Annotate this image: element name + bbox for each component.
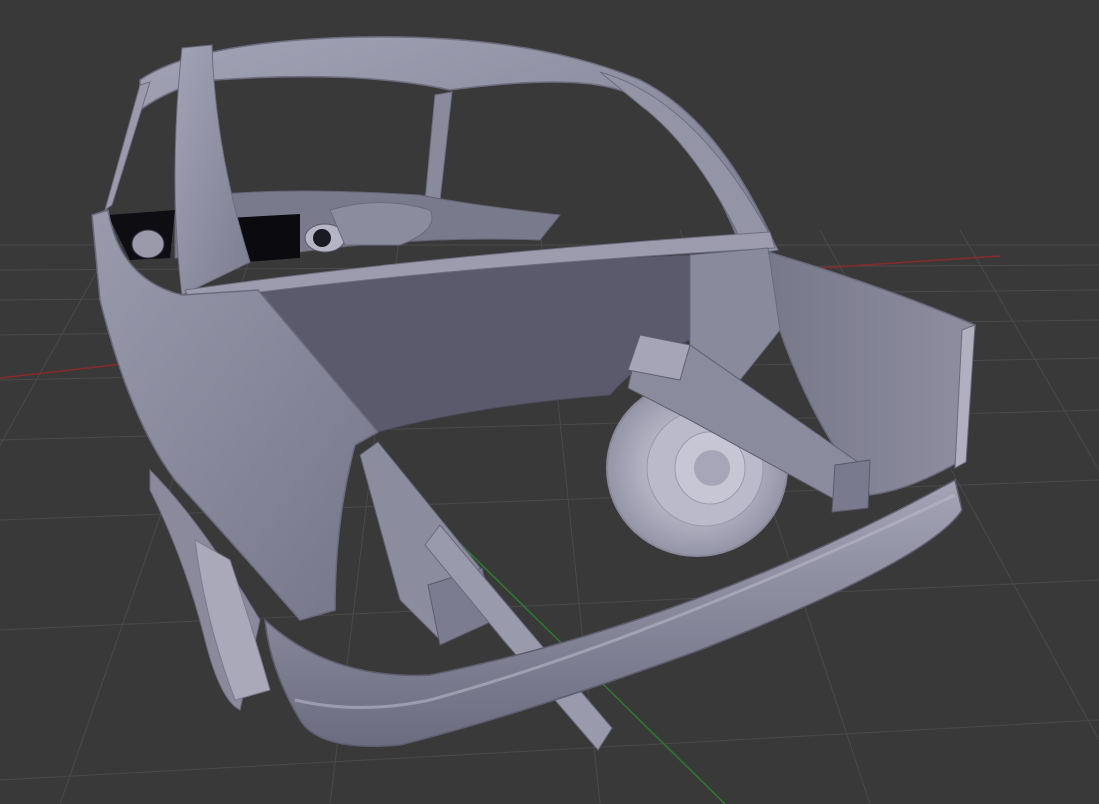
c-pillar-right[interactable]: [599, 71, 779, 256]
speaker-icon: [313, 229, 331, 247]
3d-viewport[interactable]: [0, 0, 1099, 804]
viewport-scene[interactable]: [0, 0, 1099, 804]
window-frame-center[interactable]: [424, 91, 453, 203]
right-rail-end: [831, 459, 871, 513]
a-pillar-left[interactable]: [104, 81, 151, 212]
gauge-icon: [131, 229, 165, 259]
car-model[interactable]: [91, 36, 976, 751]
b-pillar-left[interactable]: [174, 44, 251, 296]
